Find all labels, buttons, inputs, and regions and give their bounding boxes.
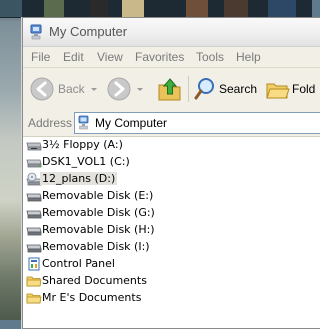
desktop-thumbnail[interactable] <box>122 0 144 17</box>
list-item[interactable]: Removable Disk (E:) <box>23 188 283 204</box>
forward-arrow-icon[interactable] <box>106 75 132 103</box>
menu-file[interactable]: File <box>31 50 50 64</box>
window-title: My Computer <box>49 24 128 39</box>
file-list: 3½ Floppy (A:) DSK1_VOL1 (C:) 12_plans (… <box>23 137 320 328</box>
computer-icon <box>30 24 42 40</box>
desktop-thumbnail[interactable] <box>224 0 248 17</box>
folders-button[interactable]: Fold <box>292 82 315 96</box>
removable-disk-icon <box>26 244 42 253</box>
desktop-thumbnail[interactable] <box>186 0 208 17</box>
removable-disk-icon <box>26 210 42 219</box>
menu-view[interactable]: View <box>97 50 123 64</box>
menu-bar: File Edit View Favorites Tools Help <box>23 47 320 68</box>
toolbar-separator <box>188 76 189 102</box>
up-folder-icon[interactable] <box>156 75 184 103</box>
desktop-thumbnail[interactable] <box>0 0 22 17</box>
back-button[interactable]: Back <box>58 82 85 96</box>
menu-edit[interactable]: Edit <box>63 50 84 64</box>
list-item[interactable]: Removable Disk (G:) <box>23 205 283 221</box>
floppy-drive-icon <box>26 142 42 151</box>
menu-help[interactable]: Help <box>236 50 261 64</box>
computer-icon <box>78 115 89 130</box>
address-input[interactable]: My Computer <box>74 112 320 134</box>
removable-disk-icon <box>26 227 42 236</box>
folder-icon <box>26 293 42 304</box>
back-dropdown-icon[interactable] <box>89 75 99 103</box>
standard-toolbar: Back Search Fold <box>23 68 320 111</box>
hard-drive-icon <box>26 159 42 168</box>
search-icon[interactable] <box>193 75 217 103</box>
forward-dropdown-icon[interactable] <box>135 75 145 103</box>
list-item[interactable]: Mr E's Documents <box>23 290 283 306</box>
list-item[interactable]: Removable Disk (H:) <box>23 222 283 238</box>
folder-icon <box>26 276 42 287</box>
address-value: My Computer <box>95 116 168 130</box>
removable-disk-icon <box>26 193 42 202</box>
control-panel-icon <box>28 257 40 271</box>
menu-favorites[interactable]: Favorites <box>135 50 184 64</box>
list-item[interactable]: DSK1_VOL1 (C:) <box>23 154 283 170</box>
desktop-thumbnail[interactable] <box>90 0 108 17</box>
address-label: Address <box>28 116 73 130</box>
folders-icon[interactable] <box>265 75 291 103</box>
menu-tools[interactable]: Tools <box>196 50 224 64</box>
desktop-thumbnail[interactable] <box>268 0 296 17</box>
search-button[interactable]: Search <box>219 82 257 96</box>
list-item[interactable]: Control Panel <box>23 256 283 272</box>
desktop-thumbnail[interactable] <box>44 0 64 17</box>
title-bar[interactable]: My Computer <box>23 18 320 47</box>
list-item[interactable]: 12_plans (D:) <box>23 171 283 187</box>
back-arrow-icon[interactable] <box>29 75 55 103</box>
address-bar: Address My Computer <box>23 110 320 137</box>
list-item[interactable]: Removable Disk (I:) <box>23 239 283 255</box>
my-computer-window: My Computer File Edit View Favorites Too… <box>22 17 320 329</box>
list-item[interactable]: 3½ Floppy (A:) <box>23 137 283 153</box>
list-item[interactable]: Shared Documents <box>23 273 283 289</box>
